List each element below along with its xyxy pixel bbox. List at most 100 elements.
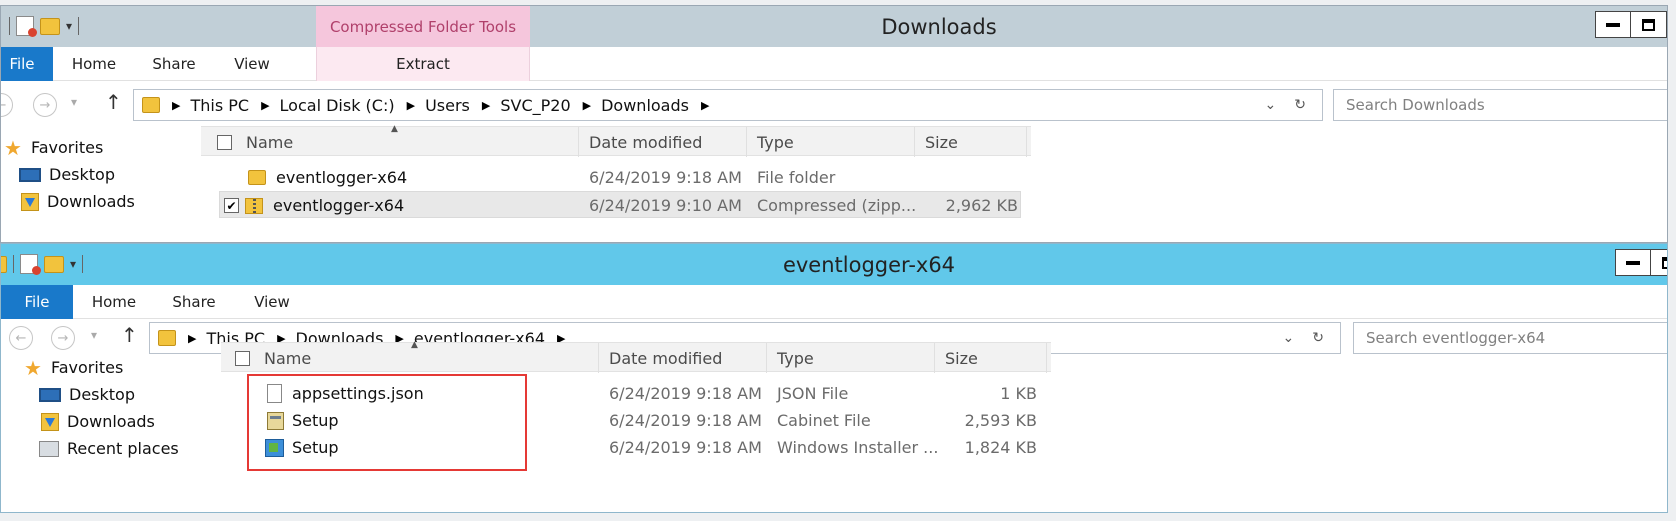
nav-item-desktop[interactable]: Desktop [1,381,221,408]
favorites-label: Favorites [31,138,104,157]
forward-button[interactable]: → [51,326,75,350]
back-button[interactable]: ← [1,93,13,117]
recent-locations-dropdown[interactable]: ▾ [71,95,77,109]
maximize-button[interactable] [1631,11,1667,38]
refresh-icon[interactable]: ↻ [1294,97,1306,113]
zip-folder-icon [245,197,263,214]
properties-icon[interactable] [20,254,41,275]
column-headers: Name ▲ Date modified Type Size [221,340,1051,373]
column-size[interactable]: Size [915,127,1027,157]
breadcrumb-arrow[interactable]: ▶ [583,99,591,112]
refresh-icon[interactable]: ↻ [1312,330,1324,346]
row-checkbox[interactable]: ✔ [224,198,239,213]
properties-icon[interactable] [16,16,37,37]
highlight-box [247,374,527,471]
nav-item-label: Downloads [47,192,135,211]
breadcrumb-users[interactable]: Users [425,96,470,115]
breadcrumb-arrow[interactable]: ▶ [701,99,709,112]
breadcrumb-arrow[interactable]: ▶ [261,99,269,112]
up-button[interactable]: ↑ [121,323,138,347]
breadcrumb-arrow[interactable]: ▶ [482,99,490,112]
forward-button[interactable]: → [33,93,57,117]
tab-file[interactable]: File [1,285,73,319]
favorites-header[interactable]: ★ Favorites [1,354,221,381]
select-all-checkbox[interactable] [217,134,232,150]
file-row[interactable]: eventlogger-x64 6/24/2019 9:18 AM File f… [201,164,1031,191]
address-dropdown-icon[interactable]: ⌄ [1265,97,1277,113]
breadcrumb-arrow[interactable]: ▶ [407,99,415,112]
column-type[interactable]: Type [767,343,935,373]
file-size: 2,593 KB [964,411,1037,430]
downloads-icon [21,192,39,211]
maximize-button[interactable] [1651,249,1667,276]
navigation-pane: ★ Favorites Desktop Downloads [1,134,221,215]
window-controls [1595,11,1667,38]
column-date-modified[interactable]: Date modified [599,343,767,373]
column-size[interactable]: Size [935,343,1047,373]
select-all-checkbox[interactable] [235,350,250,366]
column-date-modified[interactable]: Date modified [579,127,747,157]
favorites-header[interactable]: ★ Favorites [1,134,221,161]
maximize-icon [1662,256,1667,269]
desktop-icon [39,387,61,402]
breadcrumb-this-pc[interactable]: This PC [190,96,249,115]
breadcrumb-arrow[interactable]: ▶ [172,99,180,112]
column-name[interactable]: Name ▲ [221,340,599,373]
customize-toolbar-dropdown[interactable]: ▾ [66,19,72,33]
toolbar-separator [78,17,80,35]
tab-home[interactable]: Home [81,285,147,319]
file-size [915,164,1017,191]
column-name[interactable]: Name ▲ [201,124,579,157]
address-dropdown-icon[interactable]: ⌄ [1283,330,1295,346]
file-type: Compressed (zipp... [757,196,917,215]
title-bar[interactable]: ▾ eventlogger-x64 [1,244,1667,285]
new-folder-icon[interactable] [44,255,64,273]
window-title: Downloads [881,15,997,39]
breadcrumb-downloads[interactable]: Downloads [601,96,689,115]
file-size: 2,962 KB [945,196,1018,215]
recent-places-icon [39,440,59,457]
toolbar-separator [9,17,10,35]
nav-item-label: Desktop [69,385,135,404]
tab-view[interactable]: View [239,285,305,319]
tab-view[interactable]: View [219,47,285,81]
file-row-selected[interactable]: ✔ eventlogger-x64 6/24/2019 9:10 AM Comp… [219,191,1021,218]
address-bar[interactable]: ▶ This PC ▶ Local Disk (C:) ▶ Users ▶ SV… [133,89,1323,121]
column-type[interactable]: Type [747,127,915,157]
window-title: eventlogger-x64 [782,253,956,277]
nav-item-label: Downloads [67,412,155,431]
nav-item-downloads[interactable]: Downloads [1,188,221,215]
tab-home[interactable]: Home [61,47,127,81]
title-bar[interactable]: ▾ Compressed Folder Tools Downloads [1,6,1667,47]
new-folder-icon[interactable] [40,17,60,35]
breadcrumb-arrow[interactable]: ▶ [188,332,196,345]
nav-item-desktop[interactable]: Desktop [1,161,221,188]
tab-extract[interactable]: Extract [316,47,530,81]
toolbar-separator [13,255,14,273]
sort-ascending-icon: ▲ [391,124,398,134]
breadcrumb-svc-p20[interactable]: SVC_P20 [500,96,570,115]
recent-locations-dropdown[interactable]: ▾ [91,328,97,342]
search-input[interactable]: Search eventlogger-x64 [1353,322,1667,354]
tab-share[interactable]: Share [161,285,227,319]
nav-item-downloads[interactable]: Downloads [1,408,221,435]
column-name-label: Name [246,132,294,152]
minimize-button[interactable] [1615,249,1651,276]
nav-item-label: Recent places [67,439,179,458]
minimize-button[interactable] [1595,11,1631,38]
file-type: File folder [757,168,836,187]
file-name: eventlogger-x64 [273,196,405,215]
sort-ascending-icon: ▲ [411,340,418,350]
tab-share[interactable]: Share [141,47,207,81]
file-type: Windows Installer ... [777,438,939,457]
downloads-icon [41,412,59,431]
tab-file[interactable]: File [1,47,53,81]
nav-item-recent-places[interactable]: Recent places [1,435,221,462]
file-list: Name ▲ Date modified Type Size eventlogg… [201,124,1031,218]
back-button[interactable]: ← [9,326,33,350]
file-date: 6/24/2019 9:18 AM [609,384,762,403]
search-input[interactable]: Search Downloads [1333,89,1667,121]
breadcrumb-local-disk[interactable]: Local Disk (C:) [280,96,395,115]
file-size: 1,824 KB [964,438,1037,457]
up-button[interactable]: ↑ [105,90,122,114]
